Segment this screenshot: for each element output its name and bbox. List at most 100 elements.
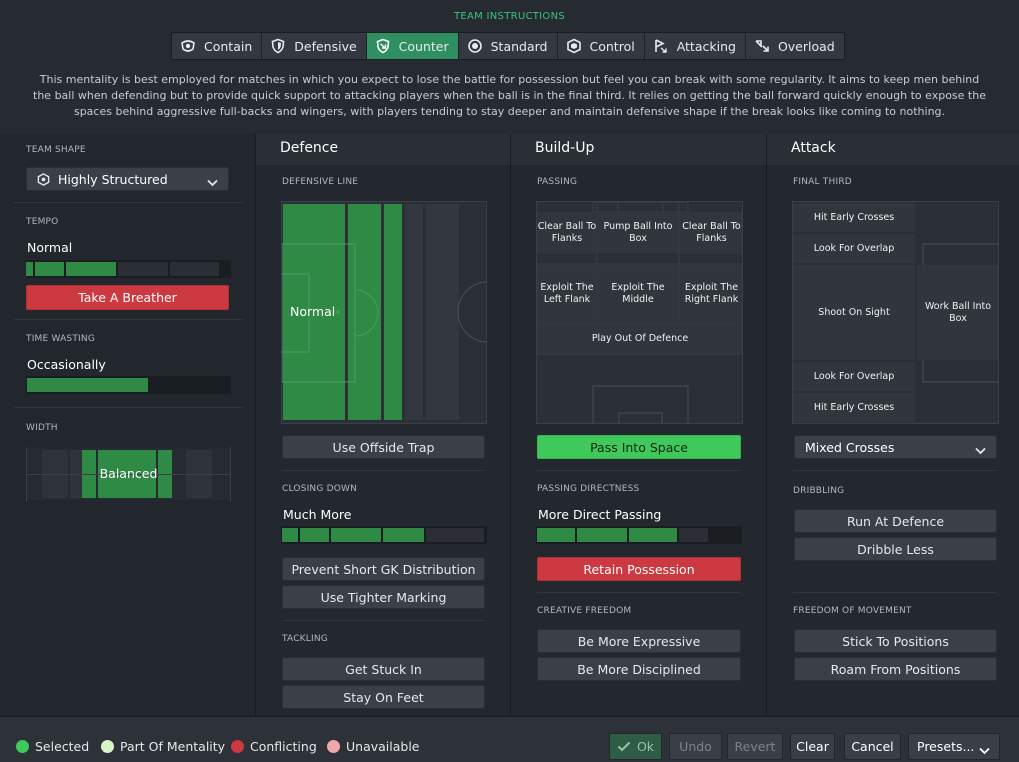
clear-button[interactable]: Clear	[790, 733, 835, 760]
legend-dot-icon	[231, 740, 244, 753]
directness-segment	[679, 528, 708, 542]
control-icon	[566, 38, 582, 54]
legend-dot-icon	[101, 740, 114, 753]
mentality-overload-button[interactable]: Overload	[746, 33, 844, 59]
team-shape-dropdown[interactable]: Highly Structured	[26, 167, 229, 191]
width-label: WIDTH	[26, 423, 58, 433]
defensive-line-selector[interactable]: Normal	[281, 201, 487, 424]
be-more-disciplined-button[interactable]: Be More Disciplined	[537, 657, 741, 681]
closing-down-slider[interactable]	[281, 526, 487, 544]
final-third-zone-shoot-on-sight[interactable]: Shoot On Sight	[793, 265, 915, 360]
take-a-breather-button[interactable]: Take A Breather	[26, 285, 229, 310]
divider	[282, 620, 485, 621]
final-third-zone-work-ball-into-box[interactable]: Work Ball Into Box	[917, 265, 998, 360]
legend-label: Part Of Mentality	[120, 739, 226, 754]
get-stuck-in-button[interactable]: Get Stuck In	[282, 657, 485, 681]
final-third-zone-overlap-top[interactable]: Look For Overlap	[793, 234, 915, 263]
defence-header: Defence	[256, 134, 510, 165]
standard-icon	[467, 38, 483, 54]
defence-title: Defence	[280, 140, 339, 156]
tempo-slider[interactable]	[26, 260, 231, 278]
tempo-value: Normal	[27, 240, 73, 255]
mentality-description: This mentality is best employed for matc…	[33, 73, 986, 118]
mentality-label: Control	[589, 38, 635, 54]
attack-panel: Attack FINAL THIRD Hit Early Crosses Loo…	[767, 134, 1019, 716]
final-third-zone-overlap-bottom[interactable]: Look For Overlap	[793, 362, 915, 391]
team-settings-panel: TEAM SHAPE Highly Structured TEMPO Norma…	[0, 134, 255, 716]
passing-directness-value: More Direct Passing	[538, 507, 662, 522]
time-wasting-fill	[27, 378, 148, 392]
tempo-label: TEMPO	[26, 217, 59, 227]
team-shape-label: TEAM SHAPE	[26, 145, 86, 155]
divider	[14, 202, 243, 203]
passing-zone-clear-right[interactable]: Clear Ball To Flanks	[680, 212, 742, 254]
stay-on-feet-button[interactable]: Stay On Feet	[282, 685, 485, 709]
tempo-segment	[66, 262, 116, 276]
mentality-attacking-button[interactable]: Attacking	[645, 33, 746, 59]
crossing-type-dropdown[interactable]: Mixed Crosses	[794, 435, 997, 459]
divider	[793, 592, 997, 593]
defensive-line-value: Normal	[290, 304, 336, 319]
passing-directness-slider[interactable]	[536, 526, 742, 544]
page-title: TEAM INSTRUCTIONS	[453, 11, 566, 22]
use-offside-trap-button[interactable]: Use Offside Trap	[282, 435, 485, 459]
mentality-contain-button[interactable]: Contain	[172, 33, 263, 59]
tempo-segment	[35, 262, 64, 276]
closing-down-segment	[426, 528, 484, 542]
chevron-down-icon	[979, 743, 990, 758]
cancel-button[interactable]: Cancel	[844, 733, 901, 760]
attacking-icon	[653, 38, 669, 54]
legend-unavailable: Unavailable	[327, 739, 420, 754]
closing-down-segment	[300, 528, 329, 542]
tempo-segment	[26, 262, 33, 276]
build-up-panel: Build-Up PASSING Clear Ball To Flanks Pu…	[511, 134, 766, 716]
final-third-zone-crosses-bottom[interactable]: Hit Early Crosses	[793, 393, 915, 422]
overload-icon	[754, 38, 770, 54]
mentality-counter-button[interactable]: Counter	[366, 33, 459, 59]
passing-zone-play-out[interactable]: Play Out Of Defence	[537, 325, 742, 353]
mentality-label: Standard	[490, 38, 548, 54]
undo-button[interactable]: Undo	[669, 733, 722, 760]
use-tighter-marking-button[interactable]: Use Tighter Marking	[282, 585, 485, 609]
pass-into-space-button[interactable]: Pass Into Space	[537, 435, 741, 459]
closing-down-segment	[383, 528, 424, 542]
chevron-down-icon	[207, 175, 218, 190]
directness-segment	[629, 528, 677, 542]
attack-title: Attack	[791, 140, 836, 156]
roam-from-positions-button[interactable]: Roam From Positions	[794, 657, 997, 681]
creative-freedom-label: CREATIVE FREEDOM	[537, 606, 632, 616]
final-third-pitch: Hit Early Crosses Look For Overlap Shoot…	[792, 201, 999, 424]
stick-to-positions-button[interactable]: Stick To Positions	[794, 629, 997, 653]
legend-part-of-mentality: Part Of Mentality	[101, 739, 225, 754]
defence-panel: Defence DEFENSIVE LINE Normal Use Offsid…	[256, 134, 510, 716]
team-instructions-header: TEAM INSTRUCTIONS Contain Defensive Coun…	[0, 0, 1019, 134]
directness-segment	[577, 528, 627, 542]
directness-segment	[537, 528, 575, 542]
time-wasting-slider[interactable]	[26, 376, 231, 394]
mentality-control-button[interactable]: Control	[558, 33, 645, 59]
retain-possession-button[interactable]: Retain Possession	[537, 557, 741, 581]
build-up-title: Build-Up	[535, 140, 595, 156]
passing-zone-exploit-right[interactable]: Exploit The Right Flank	[680, 265, 742, 323]
passing-zone-clear-left[interactable]: Clear Ball To Flanks	[537, 212, 597, 254]
mentality-label: Contain	[204, 38, 253, 54]
ok-button[interactable]: Ok	[609, 733, 662, 760]
tempo-segment	[170, 262, 219, 276]
divider	[282, 470, 485, 471]
width-selector[interactable]: Balanced	[26, 447, 231, 502]
passing-zone-exploit-left[interactable]: Exploit The Left Flank	[537, 265, 597, 323]
be-more-expressive-button[interactable]: Be More Expressive	[537, 629, 741, 653]
mentality-defensive-button[interactable]: Defensive	[262, 33, 367, 59]
closing-down-label: CLOSING DOWN	[282, 484, 358, 494]
final-third-zone-crosses-top[interactable]: Hit Early Crosses	[793, 203, 915, 232]
prevent-short-gk-distribution-button[interactable]: Prevent Short GK Distribution	[282, 557, 485, 581]
defensive-line-label: DEFENSIVE LINE	[282, 177, 359, 187]
mentality-standard-button[interactable]: Standard	[459, 33, 558, 59]
dribble-less-button[interactable]: Dribble Less	[794, 537, 997, 561]
revert-button[interactable]: Revert	[727, 733, 783, 760]
run-at-defence-button[interactable]: Run At Defence	[794, 509, 997, 533]
presets-dropdown[interactable]: Presets...	[908, 733, 1000, 760]
legend-dot-icon	[16, 740, 29, 753]
passing-zone-pump-ball[interactable]: Pump Ball Into Box	[598, 213, 678, 253]
passing-zone-exploit-middle[interactable]: Exploit The Middle	[598, 265, 678, 323]
